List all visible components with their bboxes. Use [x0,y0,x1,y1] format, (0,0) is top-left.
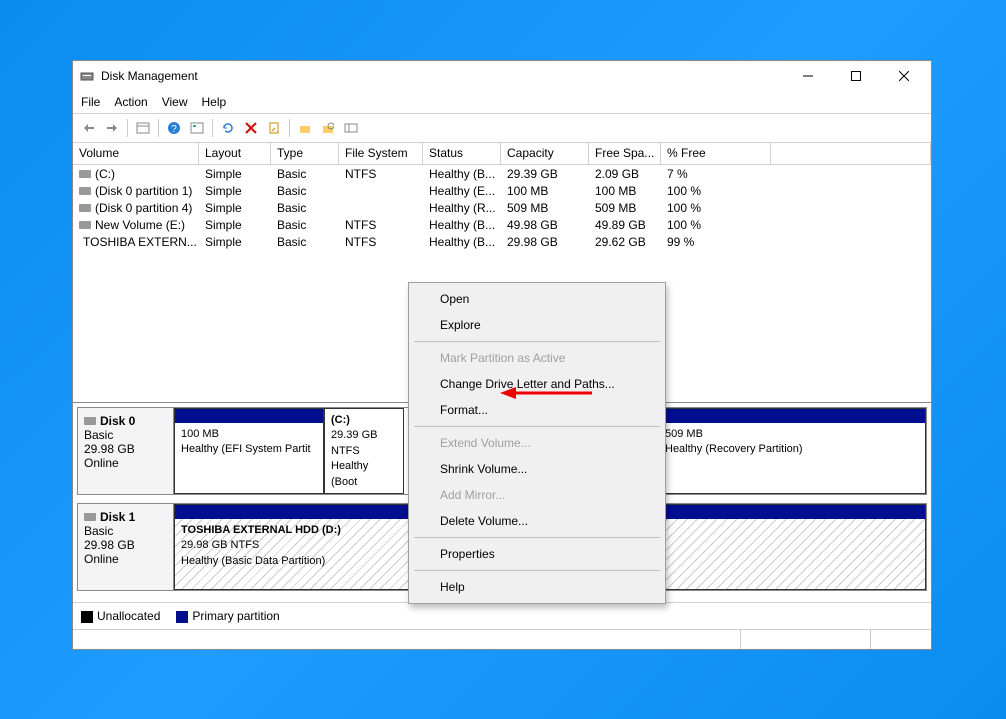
nav-forward-icon[interactable] [102,118,122,138]
show-hide-tree-icon[interactable] [133,118,153,138]
col-type[interactable]: Type [271,143,339,164]
svg-text:?: ? [171,124,177,135]
nav-back-icon[interactable] [79,118,99,138]
partition-block[interactable]: 100 MBHealthy (EFI System Partit [174,408,324,494]
volume-row[interactable]: (C:)SimpleBasicNTFSHealthy (B...29.39 GB… [73,165,931,182]
menu-separator [414,426,660,427]
toolbar-icon[interactable] [318,118,338,138]
col-status[interactable]: Status [423,143,501,164]
volume-icon [79,204,91,212]
menu-help[interactable]: Help [202,95,227,109]
menu-bar: File Action View Help [73,91,931,114]
col-blank [771,143,931,164]
menu-separator [414,537,660,538]
menu-item-mark-partition-as-active: Mark Partition as Active [412,345,662,371]
close-button[interactable] [889,66,919,86]
menu-item-change-drive-letter-and-paths[interactable]: Change Drive Letter and Paths... [412,371,662,397]
disk-label[interactable]: Disk 0Basic29.98 GBOnline [78,408,174,494]
volume-icon [79,187,91,195]
menu-file[interactable]: File [81,95,100,109]
action-list-settings-icon[interactable] [187,118,207,138]
menu-separator [414,570,660,571]
legend-primary: Primary partition [176,609,279,623]
col-layout[interactable]: Layout [199,143,271,164]
menu-item-explore[interactable]: Explore [412,312,662,338]
toolbar-sep [158,119,159,137]
toolbar: ? [73,114,931,143]
partition-block[interactable]: 509 MBHealthy (Recovery Partition) [658,408,926,494]
toolbar-sep [289,119,290,137]
volume-row[interactable]: (Disk 0 partition 1)SimpleBasicHealthy (… [73,182,931,199]
delete-icon[interactable] [241,118,261,138]
refresh-icon[interactable] [218,118,238,138]
volume-row[interactable]: New Volume (E:)SimpleBasicNTFSHealthy (B… [73,216,931,233]
toolbar-icon[interactable] [341,118,361,138]
volume-row[interactable]: (Disk 0 partition 4)SimpleBasicHealthy (… [73,199,931,216]
partition-block[interactable]: (C:)29.39 GB NTFSHealthy (Boot [324,408,404,494]
menu-item-help[interactable]: Help [412,574,662,600]
disk-label[interactable]: Disk 1Basic29.98 GBOnline [78,504,174,590]
menu-item-properties[interactable]: Properties [412,541,662,567]
minimize-button[interactable] [793,66,823,86]
help-icon[interactable]: ? [164,118,184,138]
disk-icon [84,513,96,521]
app-icon [79,68,95,84]
menu-item-extend-volume: Extend Volume... [412,430,662,456]
window-title: Disk Management [101,69,793,83]
menu-view[interactable]: View [162,95,188,109]
volume-icon [79,221,91,229]
menu-item-delete-volume[interactable]: Delete Volume... [412,508,662,534]
disk-icon [84,417,96,425]
menu-item-format[interactable]: Format... [412,397,662,423]
volume-context-menu: OpenExplore Mark Partition as ActiveChang… [408,282,666,604]
col-volume[interactable]: Volume [73,143,199,164]
col-capacity[interactable]: Capacity [501,143,589,164]
toolbar-sep [127,119,128,137]
col-freespace[interactable]: Free Spa... [589,143,661,164]
col-pctfree[interactable]: % Free [661,143,771,164]
menu-item-open[interactable]: Open [412,286,662,312]
status-bar [73,629,931,649]
maximize-button[interactable] [841,66,871,86]
toolbar-sep [212,119,213,137]
volume-icon [79,170,91,178]
volume-row[interactable]: TOSHIBA EXTERN...SimpleBasicNTFSHealthy … [73,233,931,250]
col-filesystem[interactable]: File System [339,143,423,164]
menu-item-shrink-volume[interactable]: Shrink Volume... [412,456,662,482]
menu-item-add-mirror: Add Mirror... [412,482,662,508]
legend-unallocated: Unallocated [81,609,160,623]
legend: Unallocated Primary partition [73,602,931,629]
menu-separator [414,341,660,342]
menu-action[interactable]: Action [114,95,147,109]
titlebar: Disk Management [73,61,931,91]
volume-list-header: Volume Layout Type File System Status Ca… [73,143,931,165]
toolbar-icon[interactable] [295,118,315,138]
properties-icon[interactable] [264,118,284,138]
